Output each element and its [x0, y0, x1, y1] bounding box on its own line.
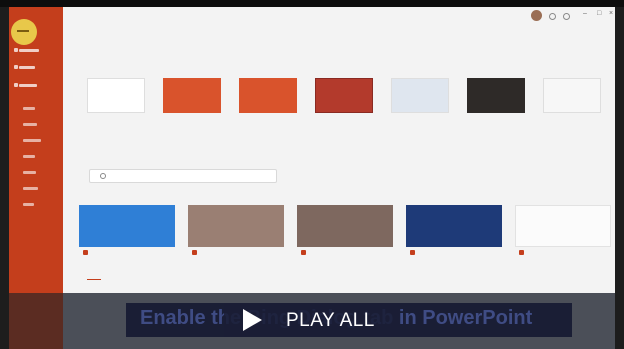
- template-circuit: [315, 78, 373, 113]
- lower-sidebar: [9, 293, 63, 349]
- sidebar-item-home: [19, 49, 39, 52]
- play-icon[interactable]: [243, 309, 262, 331]
- left-frame: [0, 7, 9, 349]
- sidebar-item: [23, 123, 37, 126]
- home-icon: [14, 48, 18, 52]
- open-icon: [14, 83, 18, 87]
- sidebar-item: [23, 139, 41, 142]
- sidebar-item: [23, 107, 35, 110]
- minimize-icon: –: [583, 10, 587, 17]
- recommended-card: [79, 205, 175, 247]
- template-photo: [391, 78, 449, 113]
- play-all-label[interactable]: PLAY ALL: [286, 310, 375, 332]
- file-icon: [410, 250, 415, 255]
- file-icon: [301, 250, 306, 255]
- back-arrow-icon: [11, 19, 37, 45]
- sidebar-item: [23, 187, 38, 190]
- tab-underline: [87, 279, 101, 280]
- sidebar-item-new: [19, 66, 35, 69]
- close-icon: ×: [609, 10, 614, 17]
- title-bar: – □ ×: [63, 7, 615, 29]
- sidebar-item: [23, 155, 35, 158]
- file-icon: [192, 250, 197, 255]
- recommended-card: [406, 205, 502, 247]
- video-thumbnail[interactable]: – □ × Enable the Bing Dialog tab in Powe…: [9, 7, 615, 349]
- template-pattern: [543, 78, 601, 113]
- maximize-icon: □: [597, 10, 602, 17]
- top-letterbox: [0, 0, 624, 7]
- sidebar-item: [23, 171, 36, 174]
- recommended-card: [297, 205, 393, 247]
- help-icon: [563, 13, 570, 20]
- sidebar-item: [23, 203, 34, 206]
- recommended-card: [515, 205, 611, 247]
- file-icon: [519, 250, 524, 255]
- search-icon: [100, 173, 106, 179]
- avatar: [531, 10, 542, 21]
- recommended-card: [188, 205, 284, 247]
- template-design: [239, 78, 297, 113]
- search-box: [89, 169, 277, 183]
- right-frame: [615, 7, 624, 349]
- template-dark: [467, 78, 525, 113]
- sidebar-item-open: [19, 84, 37, 87]
- template-blank: [87, 78, 145, 113]
- new-icon: [14, 65, 18, 69]
- file-icon: [83, 250, 88, 255]
- settings-icon: [549, 13, 556, 20]
- template-tour: [163, 78, 221, 113]
